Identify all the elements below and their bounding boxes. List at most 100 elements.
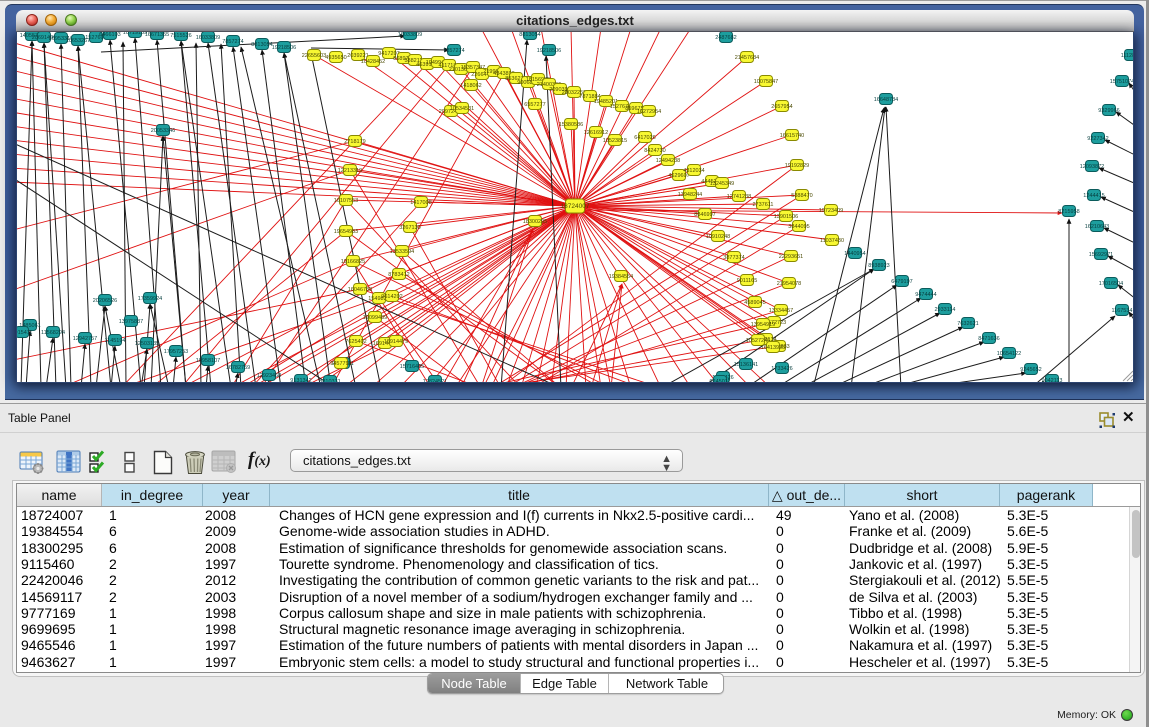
svg-text:12824521: 12824521: [423, 379, 447, 383]
svg-text:2933114: 2933114: [934, 307, 955, 313]
svg-text:16413925: 16413925: [761, 345, 785, 351]
svg-text:16615740: 16615740: [780, 133, 804, 139]
svg-text:18300295: 18300295: [523, 219, 547, 225]
svg-text:19166825: 19166825: [341, 259, 365, 265]
svg-text:20053346: 20053346: [151, 128, 175, 134]
svg-text:16033809: 16033809: [196, 35, 220, 41]
svg-text:9474444: 9474444: [915, 292, 936, 298]
svg-text:16914479: 16914479: [384, 339, 408, 345]
svg-text:16046788: 16046788: [348, 287, 372, 293]
svg-text:12213319: 12213319: [338, 168, 362, 174]
svg-text:3915411: 3915411: [17, 330, 33, 336]
svg-text:22655603: 22655603: [302, 53, 326, 59]
svg-text:22293651: 22293651: [779, 254, 803, 260]
svg-text:4312034: 4312034: [683, 168, 704, 174]
svg-text:19099489: 19099489: [363, 315, 387, 321]
svg-text:16648784: 16648784: [874, 97, 898, 103]
svg-text:19723409: 19723409: [819, 208, 843, 214]
svg-text:13975887: 13975887: [119, 319, 143, 325]
svg-text:12494238: 12494238: [656, 158, 680, 164]
svg-text:10523815: 10523815: [603, 138, 627, 144]
svg-text:8846997: 8846997: [694, 212, 715, 218]
svg-text:10910248: 10910248: [706, 234, 730, 240]
svg-text:17359924: 17359924: [138, 296, 162, 302]
svg-text:11037430: 11037430: [820, 238, 844, 244]
svg-text:15751074: 15751074: [1110, 79, 1134, 85]
svg-text:11568294: 11568294: [41, 330, 65, 336]
svg-text:17016504: 17016504: [1099, 281, 1123, 287]
svg-text:4935650: 4935650: [325, 55, 346, 61]
svg-text:8813054: 8813054: [251, 42, 272, 48]
svg-text:15716485: 15716485: [400, 364, 424, 370]
svg-text:9011165: 9011165: [737, 278, 758, 284]
svg-text:19384554: 19384554: [609, 274, 633, 280]
svg-text:3267130: 3267130: [399, 225, 420, 231]
svg-text:1112843: 1112843: [1121, 53, 1134, 59]
svg-text:9042113: 9042113: [1041, 378, 1062, 383]
svg-text:12503135: 12503135: [135, 341, 159, 347]
svg-text:19218506: 19218506: [272, 45, 296, 51]
svg-text:9245652: 9245652: [1020, 367, 1041, 373]
svg-text:10534531: 10534531: [450, 106, 474, 112]
svg-text:13901506: 13901506: [774, 214, 798, 220]
svg-text:16671355: 16671355: [145, 32, 169, 38]
svg-text:15136141: 15136141: [734, 362, 758, 368]
svg-text:21457684: 21457684: [735, 55, 759, 61]
svg-text:8424730: 8424730: [644, 148, 665, 154]
svg-text:13245349: 13245349: [710, 181, 734, 187]
svg-text:1418062: 1418062: [460, 83, 481, 89]
svg-text:1733426: 1733426: [771, 366, 792, 372]
svg-text:12923468: 12923468: [257, 373, 281, 379]
svg-text:9245011: 9245011: [709, 379, 730, 383]
svg-text:16033809: 16033809: [398, 32, 422, 38]
svg-text:4589045: 4589045: [744, 300, 765, 306]
svg-text:9614202: 9614202: [381, 294, 402, 300]
svg-text:3844095: 3844095: [788, 224, 809, 230]
svg-text:7632621: 7632621: [957, 321, 978, 327]
svg-text:6557277: 6557277: [524, 102, 545, 108]
svg-text:12741238: 12741238: [727, 194, 751, 200]
svg-text:8215958: 8215958: [1058, 209, 1079, 215]
svg-text:17957253: 17957253: [164, 349, 188, 355]
svg-text:2737611: 2737611: [752, 202, 773, 208]
svg-text:1145194: 1145194: [104, 338, 125, 344]
svg-text:10719155: 10719155: [123, 32, 147, 36]
svg-text:1417008: 1417008: [410, 200, 431, 206]
svg-text:1440954: 1440954: [844, 251, 865, 257]
svg-text:8813054: 8813054: [519, 32, 540, 38]
svg-text:16782759: 16782759: [226, 365, 250, 371]
svg-text:2718179: 2718179: [344, 139, 365, 145]
svg-text:15692971: 15692971: [1089, 252, 1113, 258]
svg-text:12616912: 12616912: [584, 130, 608, 136]
svg-text:7857274: 7857274: [222, 39, 243, 45]
svg-text:9457791: 9457791: [330, 361, 351, 367]
svg-text:6417026: 6417026: [634, 135, 655, 141]
svg-text:19192829: 19192829: [785, 163, 809, 169]
svg-text:12942757: 12942757: [73, 336, 97, 342]
svg-text:2487682: 2487682: [715, 35, 736, 41]
svg-text:19218506: 19218506: [537, 48, 561, 54]
svg-text:16107553: 16107553: [334, 198, 358, 204]
svg-text:19654983: 19654983: [334, 229, 358, 235]
svg-text:13533594: 13533594: [390, 249, 414, 255]
svg-text:7515526: 7515526: [170, 33, 191, 39]
svg-text:7857274: 7857274: [443, 48, 464, 54]
svg-text:9329966: 9329966: [1098, 108, 1119, 114]
svg-text:20206526: 20206526: [93, 298, 117, 304]
svg-text:8810331: 8810331: [319, 379, 340, 383]
svg-text:10958107: 10958107: [196, 358, 220, 364]
svg-text:16210643: 16210643: [1085, 224, 1109, 230]
svg-text:2657954: 2657954: [771, 104, 792, 110]
svg-text:8783412: 8783412: [388, 272, 409, 278]
svg-text:13334457: 13334457: [769, 308, 793, 314]
svg-text:6466103: 6466103: [99, 32, 120, 38]
svg-text:8471636: 8471636: [978, 336, 999, 342]
svg-text:6479197: 6479197: [891, 279, 912, 285]
svg-text:21954078: 21954078: [777, 281, 801, 287]
svg-text:16272954: 16272954: [637, 109, 661, 115]
svg-text:8938923: 8938923: [868, 263, 889, 269]
svg-text:1167534: 1167534: [1111, 308, 1132, 314]
svg-text:10428452: 10428452: [361, 59, 385, 65]
svg-text:13954919: 13954919: [751, 322, 775, 328]
svg-text:5388470: 5388470: [791, 193, 812, 199]
